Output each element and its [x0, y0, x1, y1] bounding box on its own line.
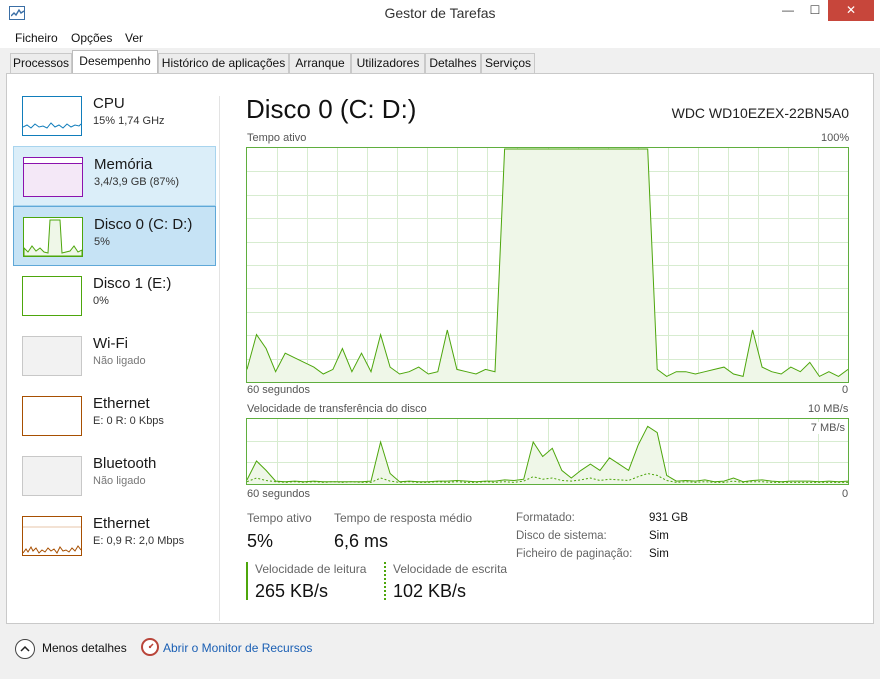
tab-servicos[interactable]: Serviços — [481, 53, 535, 73]
wifi-thumbnail — [22, 336, 82, 376]
sidebar-item-label: Memória — [94, 156, 153, 173]
ethernet1-thumbnail — [22, 396, 82, 436]
tab-processos[interactable]: Processos — [10, 53, 72, 73]
fewer-details-button[interactable]: Menos detalhes — [42, 641, 127, 655]
write-speed-bar — [384, 562, 386, 600]
prop-formatted-value: 931 GB — [649, 512, 688, 524]
prop-system-disk-value: Sim — [649, 530, 669, 542]
stat-read-label: Velocidade de leitura — [255, 562, 367, 576]
stat-write-label: Velocidade de escrita — [393, 562, 508, 576]
resource-monitor-icon — [141, 638, 159, 656]
prop-system-disk-label: Disco de sistema: — [516, 530, 607, 542]
sidebar-item-sub: Não ligado — [93, 475, 146, 487]
stat-active-label: Tempo ativo — [247, 511, 312, 525]
transfer-max-label: 10 MB/s — [808, 403, 849, 415]
disk0-thumbnail — [23, 217, 83, 257]
detail-title: Disco 0 (C: D:) — [246, 94, 417, 124]
stat-active-value: 5% — [247, 531, 274, 551]
sidebar-item-label: Bluetooth — [93, 455, 157, 472]
performance-panel: CPU 15% 1,74 GHz Memória 3,4/3,9 GB (87%… — [6, 73, 874, 624]
sidebar-item-bluetooth[interactable]: Bluetooth Não ligado — [13, 446, 216, 506]
sidebar-item-label: Ethernet — [93, 395, 150, 412]
transfer-graph-label: Velocidade de transferência do disco — [247, 403, 427, 415]
sidebar-item-memoria[interactable]: Memória 3,4/3,9 GB (87%) — [13, 146, 216, 206]
sidebar-item-cpu[interactable]: CPU 15% 1,74 GHz — [13, 86, 216, 146]
ethernet2-thumbnail — [22, 516, 82, 556]
prop-formatted-label: Formatado: — [516, 512, 575, 524]
chevron-up-icon[interactable] — [15, 639, 35, 659]
disk1-thumbnail — [22, 276, 82, 316]
tab-bar: Processos Desempenho Histórico de aplica… — [0, 48, 880, 74]
active-time-chart — [246, 148, 849, 382]
active-time-graph — [246, 147, 849, 383]
tab-detalhes[interactable]: Detalhes — [425, 53, 481, 73]
transfer-chart — [246, 419, 849, 484]
stat-response-label: Tempo de resposta médio — [334, 511, 473, 525]
sidebar-item-label: Disco 1 (E:) — [93, 275, 172, 292]
tab-utilizadores[interactable]: Utilizadores — [351, 53, 425, 73]
prop-pagefile-label: Ficheiro de paginação: — [516, 548, 633, 560]
sidebar-item-label: Disco 0 (C: D:) — [94, 216, 193, 233]
sidebar-item-sub: E: 0 R: 0 Kbps — [93, 415, 164, 427]
transfer-scale-label: 7 MB/s — [810, 422, 845, 434]
active-time-graph-label: Tempo ativo — [247, 132, 307, 144]
cpu-thumbnail — [22, 96, 82, 136]
transfer-zero-label: 0 — [842, 488, 849, 500]
open-resource-monitor-link[interactable]: Abrir o Monitor de Recursos — [163, 641, 312, 655]
tab-arranque[interactable]: Arranque — [289, 53, 351, 73]
sidebar-item-label: Ethernet — [93, 515, 150, 532]
sidebar-item-sub: 3,4/3,9 GB (87%) — [94, 176, 179, 188]
tab-desempenho[interactable]: Desempenho — [72, 50, 158, 74]
tab-historico[interactable]: Histórico de aplicações — [158, 53, 289, 73]
stat-write-value: 102 KB/s — [393, 581, 467, 601]
stat-read-value: 265 KB/s — [255, 581, 329, 601]
close-button[interactable]: ✕ — [828, 0, 874, 21]
sidebar-separator — [219, 96, 220, 621]
menu-ver[interactable]: Ver — [125, 31, 143, 45]
sidebar-item-sub: 5% — [94, 236, 110, 248]
maximize-button[interactable]: ☐ — [802, 0, 828, 21]
footer: Menos detalhes Abrir o Monitor de Recurs… — [0, 624, 880, 679]
sidebar-item-label: Wi-Fi — [93, 335, 128, 352]
memory-thumbnail — [23, 157, 83, 197]
sidebar-item-ethernet-2[interactable]: Ethernet E: 0,9 R: 2,0 Mbps — [13, 506, 216, 566]
transfer-graph: 7 MB/s — [246, 418, 849, 485]
read-speed-bar — [246, 562, 248, 600]
sidebar-item-sub: 0% — [93, 295, 109, 307]
stat-response-value: 6,6 ms — [334, 531, 389, 551]
sidebar-item-sub: 15% 1,74 GHz — [93, 115, 165, 127]
active-time-zero-label: 0 — [842, 384, 849, 396]
minimize-button[interactable]: — — [774, 0, 802, 21]
transfer-duration-label: 60 segundos — [247, 488, 310, 500]
menu-ficheiro[interactable]: Ficheiro — [15, 31, 58, 45]
sidebar-item-disco-1[interactable]: Disco 1 (E:) 0% — [13, 266, 216, 326]
bluetooth-thumbnail — [22, 456, 82, 496]
disk-model: WDC WD10EZEX-22BN5A0 — [671, 105, 849, 121]
sidebar-item-sub: Não ligado — [93, 355, 146, 367]
sidebar-item-disco-0[interactable]: Disco 0 (C: D:) 5% — [13, 206, 216, 266]
window-title: Gestor de Tarefas — [384, 5, 496, 21]
active-time-max-label: 100% — [821, 132, 850, 144]
sidebar-item-sub: E: 0,9 R: 2,0 Mbps — [93, 535, 185, 547]
menu-bar: Ficheiro Opções Ver — [0, 28, 880, 48]
sidebar-item-ethernet-1[interactable]: Ethernet E: 0 R: 0 Kbps — [13, 386, 216, 446]
sidebar-item-wifi[interactable]: Wi-Fi Não ligado — [13, 326, 216, 386]
prop-pagefile-value: Sim — [649, 548, 669, 560]
menu-opcoes[interactable]: Opções — [71, 31, 112, 45]
active-time-duration-label: 60 segundos — [247, 384, 310, 396]
sidebar-item-label: CPU — [93, 95, 125, 112]
title-bar: Gestor de Tarefas — ☐ ✕ — [0, 0, 880, 28]
